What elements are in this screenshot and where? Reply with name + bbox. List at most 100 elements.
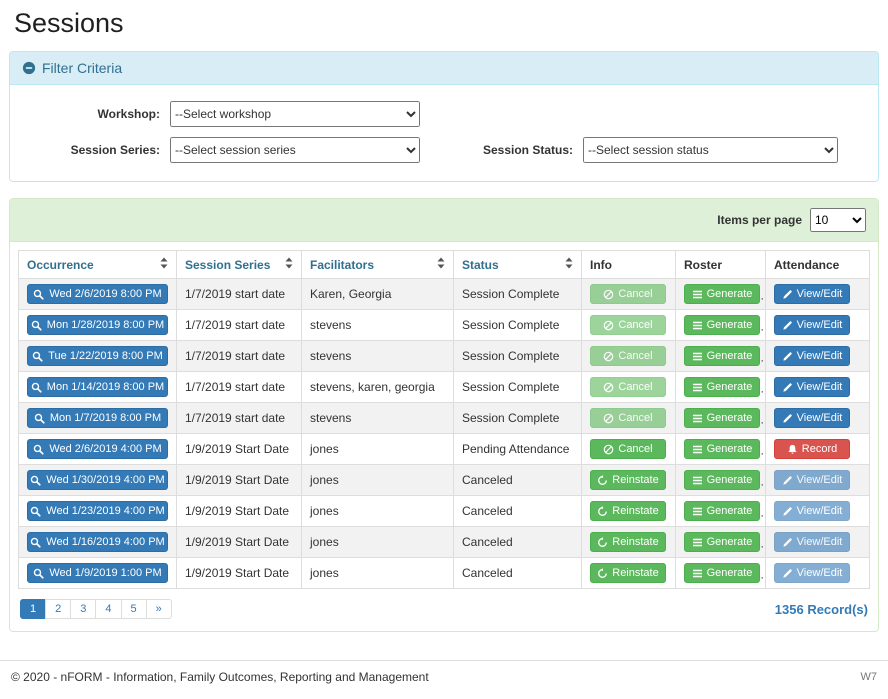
roster-button[interactable]: Generate <box>684 346 760 366</box>
search-icon <box>31 382 42 393</box>
occurrence-button[interactable]: Wed 2/6/2019 8:00 PM <box>27 284 168 304</box>
info-button[interactable]: Cancel <box>590 346 666 366</box>
occurrence-button-label: Wed 1/9/2019 1:00 PM <box>49 567 161 579</box>
attendance-button[interactable]: View/Edit <box>774 315 850 335</box>
info-button[interactable]: Cancel <box>590 284 666 304</box>
roster-button[interactable]: Generate <box>684 470 760 490</box>
roster-button[interactable]: Generate <box>684 563 760 583</box>
info-cell: Cancel <box>582 310 676 341</box>
roster-button[interactable]: Generate <box>684 408 760 428</box>
attendance-button[interactable]: View/Edit <box>774 408 850 428</box>
roster-cell: Generate <box>676 403 766 434</box>
facilitators-cell: stevens, karen, georgia <box>302 372 454 403</box>
roster-button[interactable]: Generate <box>684 284 760 304</box>
roster-button[interactable]: Generate <box>684 532 760 552</box>
info-cell: Reinstate <box>582 496 676 527</box>
roster-button[interactable]: Generate <box>684 501 760 521</box>
attendance-button[interactable]: View/Edit <box>774 377 850 397</box>
roster-cell: Generate <box>676 527 766 558</box>
occurrence-button[interactable]: Wed 1/16/2019 4:00 PM <box>27 532 168 552</box>
attendance-button[interactable]: Record <box>774 439 850 459</box>
edit-icon <box>782 475 793 486</box>
attendance-button[interactable]: View/Edit <box>774 284 850 304</box>
facilitators-cell: jones <box>302 527 454 558</box>
occurrence-button[interactable]: Tue 1/22/2019 8:00 PM <box>27 346 168 366</box>
attendance-cell: View/Edit <box>766 496 870 527</box>
pagination-button[interactable]: 4 <box>95 599 121 619</box>
column-header[interactable]: Facilitators <box>302 251 454 279</box>
sort-icon <box>285 257 293 272</box>
info-button[interactable]: Cancel <box>590 377 666 397</box>
session-row: Wed 2/6/2019 4:00 PM 1/9/2019 Start Date… <box>19 434 870 465</box>
pagination-button[interactable]: 5 <box>121 599 147 619</box>
info-button[interactable]: Reinstate <box>590 501 666 521</box>
info-button[interactable]: Reinstate <box>590 532 666 552</box>
attendance-button[interactable]: View/Edit <box>774 501 850 521</box>
info-button[interactable]: Reinstate <box>590 470 666 490</box>
pagination-button[interactable]: » <box>146 599 172 619</box>
attendance-button[interactable]: View/Edit <box>774 470 850 490</box>
occurrence-button-label: Wed 1/16/2019 4:00 PM <box>46 536 164 548</box>
column-header-label: Attendance <box>774 258 839 272</box>
edit-icon <box>782 537 793 548</box>
roster-button[interactable]: Generate <box>684 377 760 397</box>
pagination-button[interactable]: 3 <box>70 599 96 619</box>
occurrence-cell: Mon 1/7/2019 8:00 PM <box>19 403 177 434</box>
button-label: Cancel <box>618 350 652 362</box>
info-button[interactable]: Cancel <box>590 315 666 335</box>
edit-icon <box>782 413 793 424</box>
session-row: Tue 1/22/2019 8:00 PM 1/7/2019 start dat… <box>19 341 870 372</box>
info-button[interactable]: Cancel <box>590 408 666 428</box>
roster-cell: Generate <box>676 372 766 403</box>
status-cell: Session Complete <box>454 372 582 403</box>
session-series-cell: 1/9/2019 Start Date <box>177 465 302 496</box>
info-cell: Reinstate <box>582 527 676 558</box>
pagination-button[interactable]: 1 <box>20 599 46 619</box>
attendance-button[interactable]: View/Edit <box>774 563 850 583</box>
session-status-select[interactable]: --Select session status <box>583 137 838 163</box>
edit-icon <box>782 320 793 331</box>
facilitators-cell: stevens <box>302 341 454 372</box>
button-label: Generate <box>707 567 753 579</box>
column-header: Roster <box>676 251 766 279</box>
facilitators-cell: Karen, Georgia <box>302 279 454 310</box>
attendance-button[interactable]: View/Edit <box>774 346 850 366</box>
occurrence-button-label: Wed 1/30/2019 4:00 PM <box>46 474 164 486</box>
reinstate-icon <box>597 568 608 579</box>
roster-button[interactable]: Generate <box>684 315 760 335</box>
facilitators-cell: stevens <box>302 403 454 434</box>
facilitators-cell: jones <box>302 558 454 589</box>
sort-icon <box>437 257 445 272</box>
occurrence-button[interactable]: Wed 1/30/2019 4:00 PM <box>27 470 168 490</box>
workshop-select[interactable]: --Select workshop <box>170 101 420 127</box>
column-header[interactable]: Occurrence <box>19 251 177 279</box>
filter-panel-title: Filter Criteria <box>42 60 122 76</box>
generate-icon <box>692 320 703 331</box>
button-label: Generate <box>707 536 753 548</box>
record-icon <box>787 444 798 455</box>
session-row: Wed 1/16/2019 4:00 PM 1/9/2019 Start Dat… <box>19 527 870 558</box>
items-per-page-select[interactable]: 10 <box>810 208 866 232</box>
info-button[interactable]: Cancel <box>590 439 666 459</box>
filter-panel-header[interactable]: Filter Criteria <box>10 52 878 85</box>
attendance-button[interactable]: View/Edit <box>774 532 850 552</box>
occurrence-button[interactable]: Mon 1/14/2019 8:00 PM <box>27 377 168 397</box>
session-series-select[interactable]: --Select session series <box>170 137 420 163</box>
info-button[interactable]: Reinstate <box>590 563 666 583</box>
pagination-button[interactable]: 2 <box>45 599 71 619</box>
minus-circle-icon[interactable] <box>22 61 36 75</box>
occurrence-button[interactable]: Mon 1/28/2019 8:00 PM <box>27 315 168 335</box>
column-header[interactable]: Session Series <box>177 251 302 279</box>
occurrence-button[interactable]: Mon 1/7/2019 8:00 PM <box>27 408 168 428</box>
occurrence-button[interactable]: Wed 2/6/2019 4:00 PM <box>27 439 168 459</box>
sort-icon <box>565 257 573 272</box>
cancel-icon <box>603 351 614 362</box>
column-header[interactable]: Status <box>454 251 582 279</box>
reinstate-icon <box>597 537 608 548</box>
roster-button[interactable]: Generate <box>684 439 760 459</box>
occurrence-button[interactable]: Wed 1/9/2019 1:00 PM <box>27 563 168 583</box>
items-per-page-label: Items per page <box>717 213 802 227</box>
roster-cell: Generate <box>676 341 766 372</box>
occurrence-cell: Wed 1/9/2019 1:00 PM <box>19 558 177 589</box>
occurrence-button[interactable]: Wed 1/23/2019 4:00 PM <box>27 501 168 521</box>
